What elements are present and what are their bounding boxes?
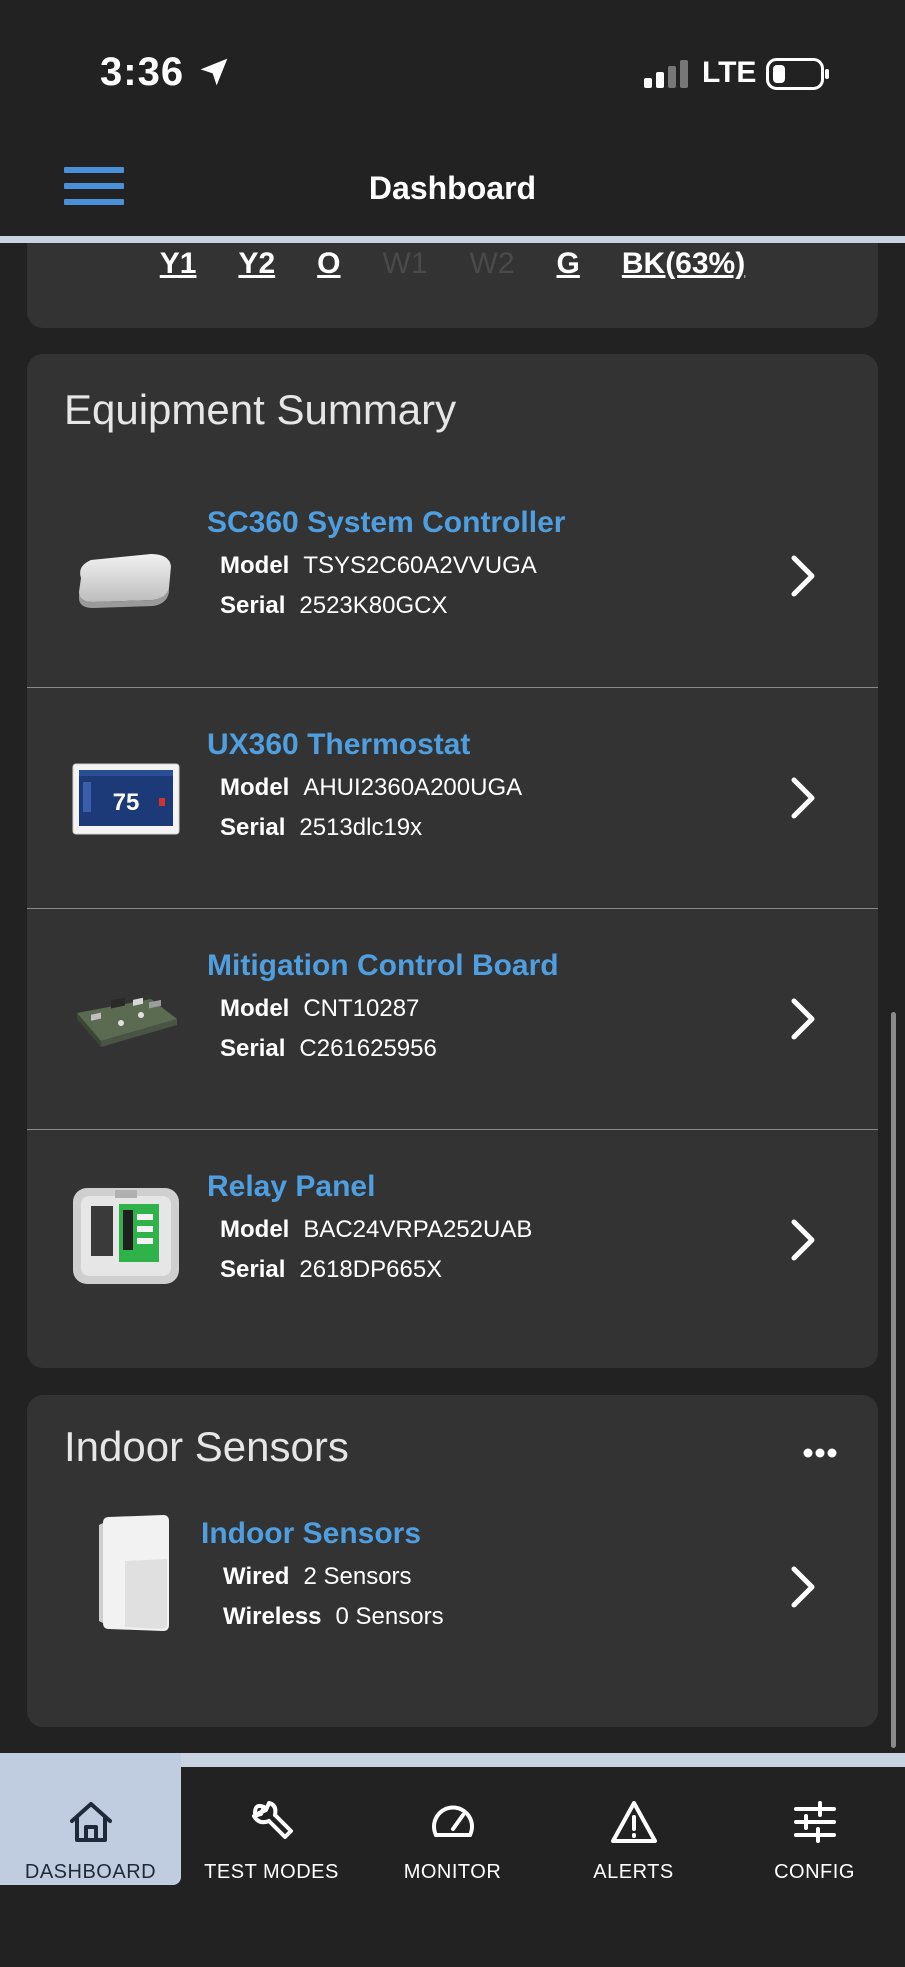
thermostat-screen-temp: 75 (113, 789, 140, 816)
serial-label: Serial (220, 592, 286, 619)
home-icon (70, 1802, 112, 1842)
equipment-name: Mitigation Control Board (207, 949, 559, 982)
scrollbar[interactable] (891, 1012, 896, 1748)
status-time: 3:36 (100, 50, 185, 94)
equipment-item-controller[interactable]: SC360 System Controller Model TSYS2C60A2V… (27, 466, 878, 687)
tab-label: DASHBOARD (24, 1861, 157, 1883)
model-value: AHUI2360A200UGA (303, 774, 523, 801)
status-bar: 3:36 LTE (0, 0, 905, 130)
stage-bk: BK(63%) (621, 247, 746, 280)
stage-o: O (317, 247, 341, 280)
equipment-serial: Serial 2618DP665X (220, 1256, 442, 1284)
equipment-serial: Serial 2523K80GCX (220, 592, 448, 620)
model-label: Model (220, 995, 290, 1022)
equipment-serial: Serial 2513dlc19x (220, 814, 422, 842)
network-type: LTE (702, 56, 757, 89)
equipment-model: Model AHUI2360A200UGA (220, 774, 522, 802)
header-divider (0, 236, 905, 243)
equipment-name: SC360 System Controller (207, 506, 566, 539)
serial-value: C261625956 (299, 1035, 437, 1062)
sliders-icon (794, 1801, 836, 1843)
model-label: Model (220, 1216, 290, 1243)
model-value: BAC24VRPA252UAB (303, 1216, 533, 1243)
serial-label: Serial (220, 814, 286, 841)
tab-label: ALERTS (593, 1861, 674, 1883)
model-value: CNT10287 (303, 995, 420, 1022)
tab-config[interactable]: CONFIG (724, 1767, 905, 1899)
chevron-right-icon[interactable] (788, 1563, 818, 1611)
wrench-icon (252, 1801, 293, 1839)
warning-icon (611, 1801, 657, 1843)
indoor-sensors-name: Indoor Sensors (201, 1517, 422, 1550)
wireless-sensors: Wireless 0 Sensors (223, 1603, 444, 1631)
tab-label: MONITOR (403, 1861, 502, 1883)
chevron-right-icon[interactable] (788, 552, 818, 600)
wired-label: Wired (223, 1563, 290, 1590)
equipment-model: Model CNT10287 (220, 995, 419, 1023)
equipment-item-relay-panel[interactable]: Relay Panel Model BAC24VRPA252UAB Serial 2… (27, 1129, 878, 1350)
wireless-label: Wireless (223, 1603, 322, 1630)
model-value: TSYS2C60A2VVUGA (303, 552, 537, 579)
serial-value: 2523K80GCX (299, 592, 448, 619)
equipment-item-thermostat[interactable]: 75 UX360 Thermostat Model AHUI2360A200UGA… (27, 687, 878, 908)
app-header: Dashboard (0, 130, 905, 238)
equipment-model: Model TSYS2C60A2VVUGA (220, 552, 537, 580)
serial-label: Serial (220, 1256, 286, 1283)
tab-test-modes[interactable]: TEST MODES (181, 1767, 362, 1899)
serial-value: 2618DP665X (299, 1256, 443, 1283)
tab-label: TEST MODES (204, 1861, 339, 1883)
thermostat-icon: 75 (72, 763, 180, 835)
dashboard-scroll-area[interactable]: Y1 Y2 O W1 W2 G BK(63%) Equipment Summar… (0, 243, 905, 1753)
stage-w2: W2 (469, 247, 515, 280)
stage-indicators: Y1 Y2 O W1 W2 G BK(63%) (27, 247, 878, 281)
equipment-model: Model BAC24VRPA252UAB (220, 1216, 532, 1244)
equipment-summary-title: Equipment Summary (64, 386, 457, 433)
circuit-board-icon (77, 997, 177, 1047)
stage-y2: Y2 (238, 247, 276, 280)
chevron-right-icon[interactable] (788, 1216, 818, 1264)
indoor-sensors-item[interactable]: Indoor Sensors Wired 2 Sensors Wireless 0 … (27, 1495, 878, 1705)
wireless-value: 0 Sensors (335, 1603, 444, 1630)
system-stages-card: Y1 Y2 O W1 W2 G BK(63%) (27, 243, 878, 328)
location-arrow-icon (200, 58, 228, 86)
sensor-device-icon (99, 1515, 169, 1631)
stage-y1: Y1 (159, 247, 197, 280)
more-options-icon[interactable] (802, 1447, 838, 1459)
bottom-tab-bar: DASHBOARD TEST MODES MONITOR ALERTS CONF… (0, 1753, 905, 1967)
controller-icon (79, 554, 171, 608)
model-label: Model (220, 774, 290, 801)
page-title: Dashboard (368, 170, 537, 206)
stage-g: G (556, 247, 580, 280)
relay-panel-icon (73, 1188, 179, 1284)
wired-sensors: Wired 2 Sensors (223, 1563, 412, 1591)
tab-alerts[interactable]: ALERTS (543, 1767, 724, 1899)
wired-value: 2 Sensors (303, 1563, 412, 1590)
stage-w1: W1 (382, 247, 428, 280)
gauge-icon (432, 1805, 474, 1837)
indoor-sensors-title: Indoor Sensors (64, 1423, 349, 1470)
serial-value: 2513dlc19x (299, 814, 423, 841)
equipment-summary-card: Equipment Summary SC360 System Controlle… (27, 354, 878, 1368)
tab-label: CONFIG (774, 1861, 855, 1883)
indoor-sensors-card: Indoor Sensors Indoor Sensors Wired 2 Sen… (27, 1395, 878, 1727)
chevron-right-icon[interactable] (788, 995, 818, 1043)
model-label: Model (220, 552, 290, 579)
tab-monitor[interactable]: MONITOR (362, 1767, 543, 1899)
signal-icon (644, 60, 688, 88)
equipment-serial: Serial C261625956 (220, 1035, 437, 1063)
battery-icon (766, 58, 829, 90)
serial-label: Serial (220, 1035, 286, 1062)
tab-dashboard[interactable]: DASHBOARD (0, 1753, 181, 1885)
chevron-right-icon[interactable] (788, 774, 818, 822)
equipment-name: UX360 Thermostat (207, 728, 471, 761)
equipment-name: Relay Panel (207, 1170, 376, 1203)
equipment-item-control-board[interactable]: Mitigation Control Board Model CNT10287 S… (27, 908, 878, 1129)
